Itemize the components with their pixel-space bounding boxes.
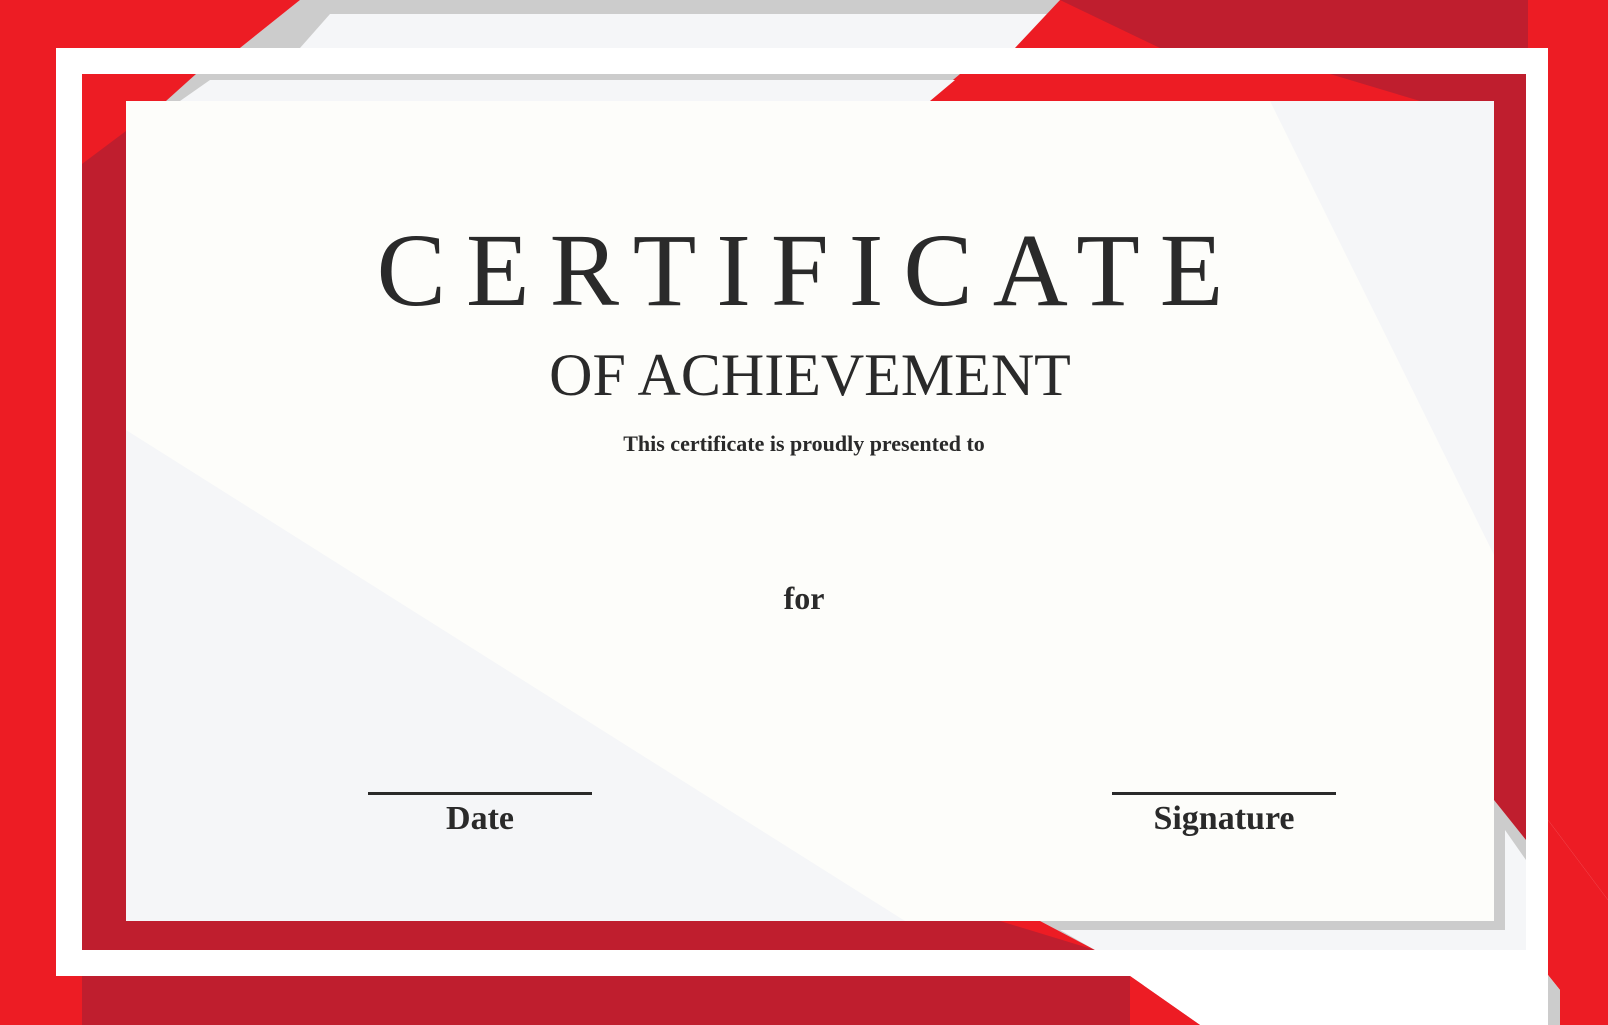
bottom-dark-red [82, 976, 1200, 1025]
certificate-title: CERTIFICATE [376, 213, 1244, 328]
date-label: Date [446, 800, 514, 837]
signature-line [1112, 792, 1336, 795]
top-light-band [300, 14, 1048, 48]
date-line [368, 792, 592, 795]
inner-top-light [180, 80, 955, 101]
certificate-content: CERTIFICATE OF ACHIEVEMENT [126, 101, 1494, 921]
signature-label: Signature [1153, 800, 1295, 837]
inner-bottom-dark-red [82, 921, 1095, 950]
for-text: for [783, 580, 825, 616]
left-bottom-red [0, 976, 82, 1025]
presented-to-text: This certificate is proudly presented to [623, 431, 985, 456]
certificate-subtitle: OF ACHIEVEMENT [549, 342, 1071, 408]
